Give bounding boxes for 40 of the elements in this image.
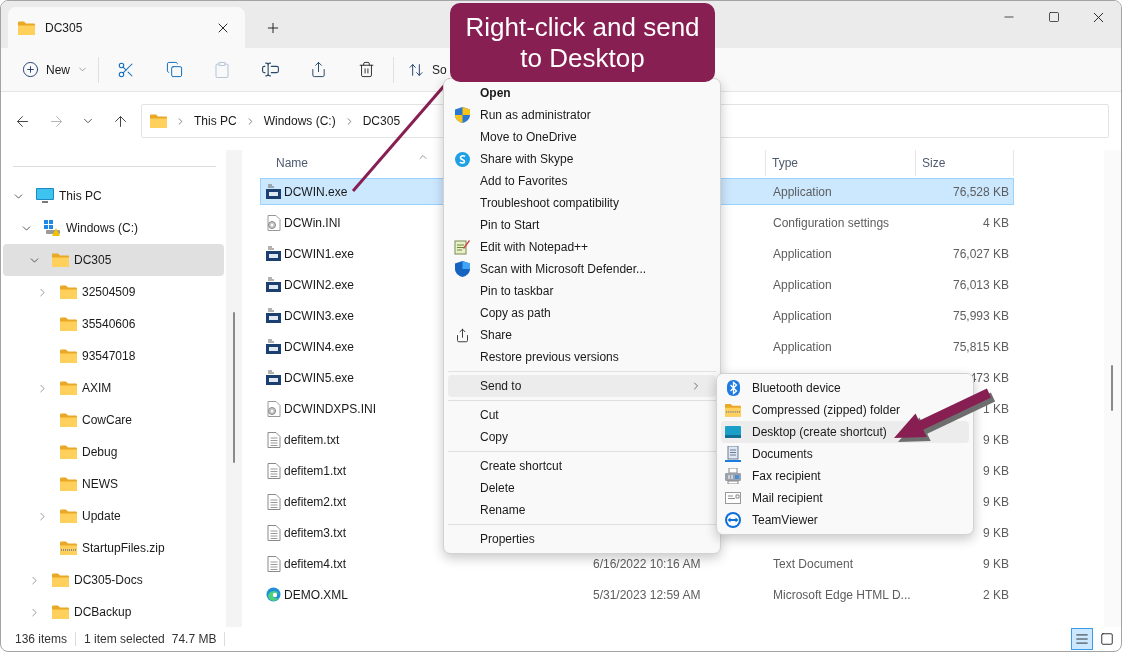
file-size: 76,013 KB bbox=[951, 277, 1010, 292]
file-name: DEMO.XML bbox=[284, 587, 348, 602]
file-type: Application bbox=[772, 246, 833, 261]
file-name: DCWIN2.exe bbox=[284, 277, 354, 292]
date-modified: 5/31/2023 12:59 AM bbox=[592, 587, 702, 602]
file-name: defitem2.txt bbox=[284, 494, 347, 509]
file-type: Microsoft Edge HTML D... bbox=[772, 587, 912, 602]
item-count: 136 items bbox=[15, 632, 68, 646]
selection-size: 74.7 MB bbox=[171, 632, 217, 646]
file-name: defitem1.txt bbox=[284, 463, 347, 478]
file-size: 76,027 KB bbox=[951, 246, 1010, 261]
file-size: 9 KB bbox=[982, 494, 1010, 509]
file-size: 9 KB bbox=[982, 432, 1010, 447]
file-size: 75,815 KB bbox=[951, 339, 1010, 354]
file-size: 9 KB bbox=[982, 463, 1010, 478]
file-name: defitem.txt bbox=[284, 432, 340, 447]
file-size: 4 KB bbox=[982, 215, 1010, 230]
file-name: defitem4.txt bbox=[284, 556, 347, 571]
callout: Right-click and send to Desktop bbox=[450, 3, 715, 82]
file-type: Text Document bbox=[772, 556, 855, 571]
file-type: Application bbox=[772, 184, 833, 199]
file-size: 2 KB bbox=[982, 587, 1010, 602]
file-size: 75,993 KB bbox=[951, 308, 1010, 323]
file-name: defitem3.txt bbox=[284, 525, 347, 540]
file-type: Application bbox=[772, 277, 833, 292]
file-type: Application bbox=[772, 308, 833, 323]
file-size: 76,528 KB bbox=[951, 184, 1010, 199]
selection-info: 1 item selected bbox=[84, 632, 165, 646]
file-name: DCWIN3.exe bbox=[284, 308, 354, 323]
date-modified: 6/16/2022 10:16 AM bbox=[592, 556, 702, 571]
file-name: DCWIN1.exe bbox=[284, 246, 354, 261]
file-name: DCWINDXPS.INI bbox=[284, 401, 376, 416]
file-name: DCWIN5.exe bbox=[284, 370, 354, 385]
file-size: 9 KB bbox=[982, 556, 1010, 571]
file-name: DCWin.INI bbox=[284, 215, 341, 230]
file-type: Configuration settings bbox=[772, 215, 891, 230]
file-name: DCWIN4.exe bbox=[284, 339, 354, 354]
file-type: Application bbox=[772, 339, 833, 354]
file-name: DCWIN.exe bbox=[284, 184, 348, 199]
file-size: 9 KB bbox=[982, 525, 1010, 540]
